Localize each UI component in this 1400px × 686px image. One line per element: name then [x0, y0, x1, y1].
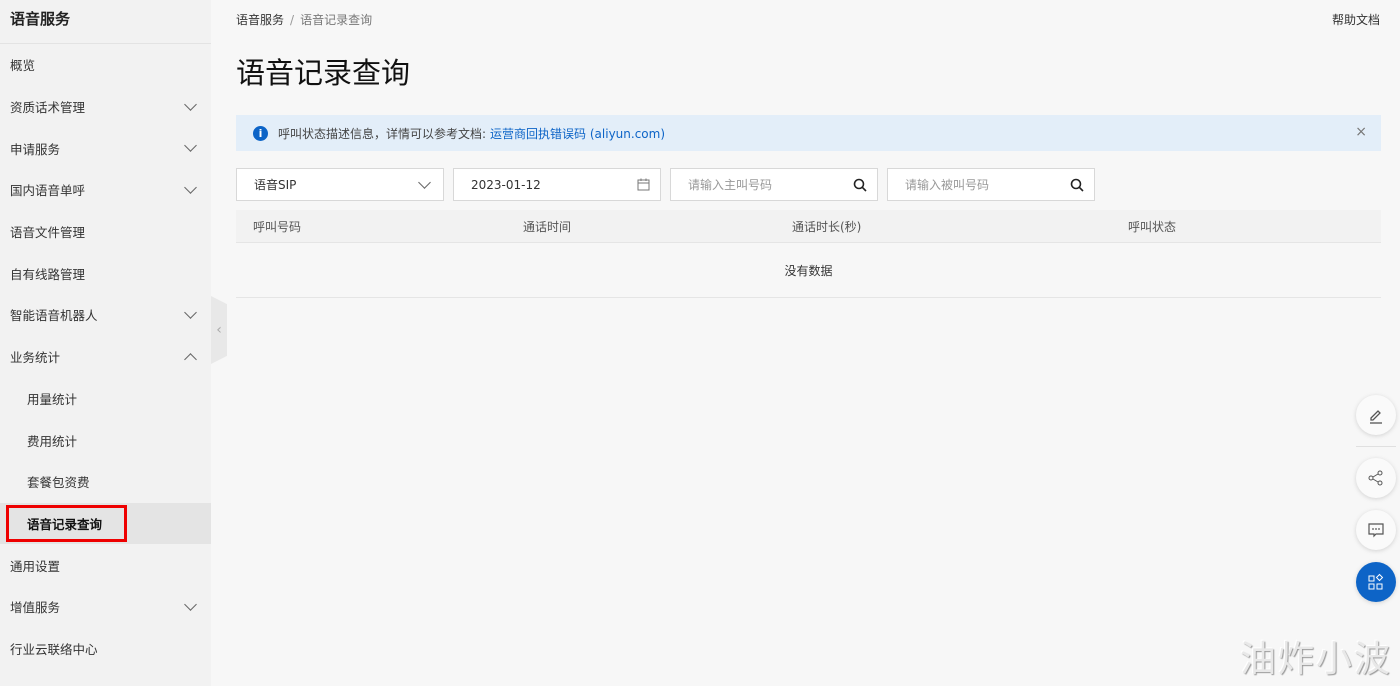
sidebar-item-domestic-call[interactable]: 国内语音单呼: [0, 169, 211, 211]
date-value: 2023-01-12: [471, 177, 541, 192]
sidebar-item-label: 增值服务: [10, 600, 61, 616]
chat-icon: [1368, 523, 1384, 538]
sidebar-item-usage[interactable]: 用量统计: [0, 378, 211, 420]
divider: [1356, 446, 1396, 447]
sidebar-item-cost[interactable]: 费用统计: [0, 419, 211, 461]
sidebar-item-qualification[interactable]: 资质话术管理: [0, 86, 211, 128]
call-type-select[interactable]: 语音SIP: [236, 168, 444, 201]
callee-number-input[interactable]: 请输入被叫号码: [887, 168, 1095, 201]
sidebar-item-label: 国内语音单呼: [10, 183, 86, 199]
sidebar-item-statistics[interactable]: 业务统计: [0, 336, 211, 378]
edit-button[interactable]: [1356, 395, 1396, 435]
sidebar-item-label: 行业云联络中心: [10, 641, 98, 657]
breadcrumb-separator: /: [290, 13, 295, 27]
column-header: 通话时长(秒): [792, 219, 862, 234]
table-header: 呼叫号码 通话时间 通话时长(秒) 呼叫状态: [236, 210, 1381, 243]
info-alert: i 呼叫状态描述信息，详情可以参考文档: 运营商回执错误码 (aliyun.co…: [236, 115, 1381, 151]
select-value: 语音SIP: [254, 178, 297, 192]
chevron-up-icon: [184, 352, 197, 366]
search-icon[interactable]: [1070, 178, 1084, 192]
page-title: 语音记录查询: [236, 56, 411, 90]
sidebar-item-label: 通用设置: [10, 558, 61, 574]
sidebar-item-own-lines[interactable]: 自有线路管理: [0, 252, 211, 294]
column-header: 呼叫号码: [253, 219, 302, 234]
error-code-link[interactable]: 运营商回执错误码 (aliyun.com): [490, 125, 665, 142]
column-header: 通话时间: [523, 219, 572, 234]
sidebar-item-label: 语音记录查询: [5, 504, 128, 542]
chevron-left-icon: ‹: [216, 322, 222, 338]
breadcrumb: 语音服务 / 语音记录查询: [236, 11, 372, 28]
share-icon: [1368, 470, 1383, 486]
sidebar-item-settings[interactable]: 通用设置: [0, 544, 211, 586]
search-icon[interactable]: [853, 178, 867, 192]
sidebar-item-label: 申请服务: [10, 141, 61, 157]
share-button[interactable]: [1356, 458, 1396, 498]
chevron-down-icon: [184, 597, 197, 611]
sidebar-item-robot[interactable]: 智能语音机器人: [0, 294, 211, 336]
sidebar-item-label: 用量统计: [27, 391, 78, 407]
chevron-down-icon: [184, 181, 197, 194]
calendar-icon: [637, 178, 650, 191]
sidebar-collapse-handle[interactable]: ‹: [211, 296, 227, 364]
sidebar-item-label: 资质话术管理: [10, 100, 86, 116]
sidebar-item-voice-files[interactable]: 语音文件管理: [0, 211, 211, 253]
chevron-down-icon: [184, 306, 197, 319]
breadcrumb-current: 语音记录查询: [300, 13, 373, 27]
chevron-down-icon: [184, 97, 197, 111]
sidebar-item-label: 语音文件管理: [10, 225, 86, 241]
empty-state: 没有数据: [236, 243, 1381, 298]
close-icon[interactable]: ×: [1355, 124, 1367, 140]
chevron-down-icon: [184, 139, 197, 153]
column-header: 呼叫状态: [1128, 219, 1177, 234]
sidebar-item-label: 业务统计: [10, 350, 61, 366]
breadcrumb-root[interactable]: 语音服务: [236, 13, 284, 27]
apps-button[interactable]: [1356, 562, 1396, 602]
records-table: 呼叫号码 通话时间 通话时长(秒) 呼叫状态 没有数据: [236, 210, 1381, 298]
sidebar-item-apply[interactable]: 申请服务: [0, 127, 211, 169]
feedback-button[interactable]: [1356, 510, 1396, 550]
sidebar-item-label: 自有线路管理: [10, 266, 86, 282]
placeholder: 请输入主叫号码: [688, 178, 773, 192]
sidebar-item-label: 智能语音机器人: [10, 308, 98, 324]
sidebar-item-value-added[interactable]: 增值服务: [0, 586, 211, 628]
sidebar-item-label: 费用统计: [27, 433, 78, 449]
placeholder: 请输入被叫号码: [905, 178, 990, 192]
caller-number-input[interactable]: 请输入主叫号码: [670, 168, 878, 201]
sidebar-item-voice-records[interactable]: 语音记录查询: [0, 502, 211, 545]
alert-text: 呼叫状态描述信息，详情可以参考文档:: [278, 126, 487, 141]
sidebar-item-package[interactable]: 套餐包资费: [0, 461, 211, 503]
info-icon: i: [253, 125, 268, 141]
chevron-down-icon: [418, 175, 431, 189]
watermark: 油炸小波: [1239, 639, 1392, 680]
pencil-icon: [1370, 410, 1382, 424]
filter-bar: 语音SIP 2023-01-12 请输入主叫号码 请输入被叫号码: [236, 168, 1095, 201]
sidebar: 语音服务 概览 资质话术管理 申请服务 国内语音单呼 语音文件管理 自有线路管理…: [0, 0, 211, 686]
help-docs-link[interactable]: 帮助文档: [1332, 11, 1380, 28]
apps-icon: [1368, 573, 1384, 590]
date-picker[interactable]: 2023-01-12: [453, 168, 661, 201]
sidebar-item-contact-center[interactable]: 行业云联络中心: [0, 628, 211, 670]
sidebar-item-label: 概览: [10, 58, 36, 74]
sidebar-title: 语音服务: [0, 0, 211, 44]
sidebar-item-label: 套餐包资费: [27, 475, 90, 491]
sidebar-item-overview[interactable]: 概览: [0, 44, 211, 86]
